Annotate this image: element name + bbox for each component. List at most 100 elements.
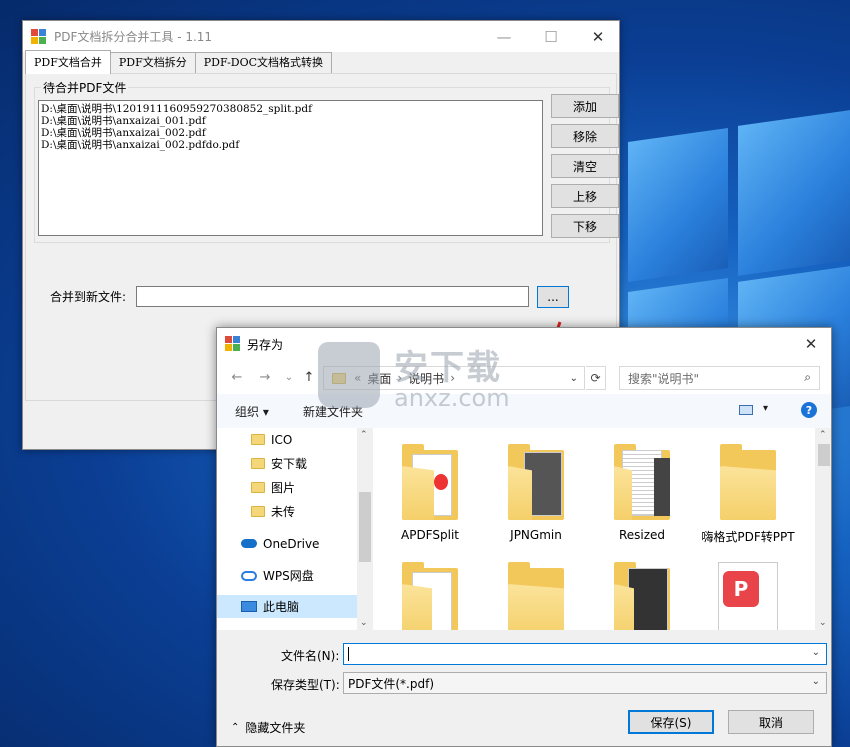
nav-item-label: 未传	[271, 505, 296, 519]
nav-item-wps-cloud[interactable]: WPS网盘	[217, 564, 357, 587]
folder-item-resized[interactable]: Resized	[593, 444, 691, 542]
nav-item-anxiazai[interactable]: 安下载	[217, 452, 357, 475]
folder-icon	[251, 506, 265, 517]
breadcrumb-separator: ›	[397, 371, 403, 385]
breadcrumb-desktop[interactable]: 桌面	[367, 370, 391, 387]
add-button[interactable]: 添加	[551, 94, 619, 118]
breadcrumb-overflow[interactable]: «	[354, 371, 361, 385]
folder-icon	[332, 372, 346, 384]
folder-item[interactable]	[487, 562, 585, 630]
save-button[interactable]: 保存(S)	[628, 710, 714, 734]
tab-pdf-merge[interactable]: PDF文档合并	[25, 50, 111, 74]
search-icon: ⌕	[804, 370, 811, 384]
folder-icon	[508, 444, 564, 520]
folder-icon	[614, 562, 670, 630]
nav-item-pictures[interactable]: 图片	[217, 476, 357, 499]
dialog-title: 另存为	[247, 337, 284, 352]
file-name: 嗨格式PDF转PPT	[701, 530, 795, 544]
move-up-button[interactable]: 上移	[551, 184, 619, 208]
pdf-file-item[interactable]: P	[699, 562, 797, 630]
scroll-down-icon[interactable]: ⌄	[360, 618, 368, 628]
chevron-up-icon: ⌃	[231, 722, 240, 733]
filename-label: 文件名(N):	[281, 649, 340, 663]
up-folder-icon[interactable]: ↑	[299, 367, 319, 387]
list-item[interactable]: D:\桌面\说明书\anxaizai_001.pdf	[41, 115, 540, 127]
search-input[interactable]: 搜索"说明书" ⌕	[619, 366, 820, 390]
windows-logo-pane	[738, 110, 850, 276]
app-icon	[31, 28, 47, 45]
folder-icon	[402, 562, 458, 630]
breadcrumb-separator: ›	[450, 371, 455, 385]
dialog-titlebar: 另存为 ✕	[217, 328, 831, 360]
filetype-select[interactable]: PDF文件(*.pdf) ⌄	[343, 672, 827, 694]
recent-locations-icon[interactable]: ⌄	[279, 367, 299, 387]
folder-item-apdfsplit[interactable]: APDFSplit	[381, 444, 479, 542]
scroll-up-icon[interactable]: ⌃	[360, 430, 368, 440]
file-name: JPNGmin	[510, 528, 562, 542]
file-view: APDFSplit JPNGmin Resized 嗨格式PDF转PPT P	[375, 428, 815, 630]
minimize-button[interactable]: —	[481, 21, 527, 52]
app-titlebar: PDF文档拆分合并工具 - 1.11 — ☐ ✕	[23, 21, 619, 52]
merge-output-input[interactable]	[136, 286, 529, 307]
folder-item[interactable]	[381, 562, 479, 630]
nav-item-this-pc[interactable]: 此电脑	[217, 595, 357, 618]
nav-item-onedrive[interactable]: OneDrive	[217, 532, 357, 555]
group-title: 待合并PDF文件	[41, 79, 129, 96]
organize-menu[interactable]: 组织 ▾	[235, 403, 269, 420]
chevron-down-icon[interactable]: ⌄	[812, 647, 820, 658]
breadcrumb-manual[interactable]: 说明书	[408, 370, 444, 387]
save-as-dialog: 另存为 ✕ ← → ⌄ ↑ « 桌面 › 说明书 › ⌄ ⟳ 搜索"说明书" ⌕…	[216, 327, 832, 747]
filetype-value: PDF文件(*.pdf)	[348, 676, 435, 691]
remove-button[interactable]: 移除	[551, 124, 619, 148]
nav-item-label: ICO	[271, 432, 293, 447]
scrollbar-thumb[interactable]	[818, 444, 830, 466]
list-item[interactable]: D:\桌面\说明书\anxaizai_002.pdf	[41, 127, 540, 139]
forward-arrow-icon[interactable]: →	[255, 367, 275, 387]
tab-pdf-split[interactable]: PDF文档拆分	[109, 52, 196, 74]
app-title: PDF文档拆分合并工具 - 1.11	[54, 30, 213, 44]
address-bar[interactable]: « 桌面 › 说明书 › ⌄	[323, 366, 585, 390]
dialog-toolbar: 组织 ▾ 新建文件夹 ▾ ?	[217, 394, 831, 428]
nav-item-label: 此电脑	[263, 600, 300, 614]
folder-icon	[251, 458, 265, 469]
view-dropdown-icon[interactable]: ▾	[763, 403, 768, 414]
nav-item-ico[interactable]: ICO	[217, 428, 357, 451]
file-list[interactable]: D:\桌面\说明书\1201911160959270380852_split.p…	[38, 100, 543, 236]
list-item[interactable]: D:\桌面\说明书\1201911160959270380852_split.p…	[41, 103, 540, 115]
nav-pane-scrollbar[interactable]: ⌃ ⌄	[357, 428, 373, 630]
file-name: APDFSplit	[401, 528, 459, 542]
folder-icon	[251, 482, 265, 493]
browse-button[interactable]: ...	[537, 286, 569, 308]
folder-item-pdf-to-ppt[interactable]: 嗨格式PDF转PPT	[699, 444, 797, 545]
address-dropdown-icon[interactable]: ⌄	[570, 373, 578, 384]
file-view-scrollbar[interactable]: ⌃ ⌄	[815, 428, 831, 630]
list-item[interactable]: D:\桌面\说明书\anxaizai_002.pdfdo.pdf	[41, 139, 540, 151]
new-folder-button[interactable]: 新建文件夹	[303, 403, 363, 420]
chevron-down-icon: ⌄	[811, 676, 820, 687]
help-icon[interactable]: ?	[801, 402, 817, 418]
file-name: Resized	[618, 528, 666, 542]
folder-item[interactable]	[593, 562, 691, 630]
close-button[interactable]: ✕	[575, 21, 621, 52]
view-icon[interactable]	[739, 405, 753, 415]
hide-folders-label: 隐藏文件夹	[245, 721, 306, 735]
clear-button[interactable]: 清空	[551, 154, 619, 178]
refresh-icon[interactable]: ⟳	[586, 366, 606, 390]
maximize-button[interactable]: ☐	[528, 21, 574, 52]
tab-pdf-doc-convert[interactable]: PDF-DOC文档格式转换	[194, 52, 333, 74]
cancel-button[interactable]: 取消	[728, 710, 814, 734]
nav-item-weichuan[interactable]: 未传	[217, 500, 357, 523]
nav-item-label: WPS网盘	[263, 569, 314, 583]
dialog-close-button[interactable]: ✕	[791, 328, 831, 360]
folder-item-jpngmin[interactable]: JPNGmin	[487, 444, 585, 542]
scroll-down-icon[interactable]: ⌄	[819, 618, 827, 628]
nav-item-label: 图片	[271, 481, 296, 495]
pdf-logo-icon: P	[723, 571, 759, 607]
back-arrow-icon[interactable]: ←	[227, 367, 247, 387]
scroll-up-icon[interactable]: ⌃	[819, 430, 827, 440]
move-down-button[interactable]: 下移	[551, 214, 619, 238]
filename-input[interactable]: ⌄	[343, 643, 827, 665]
scrollbar-thumb[interactable]	[359, 492, 371, 562]
folder-icon	[251, 434, 265, 445]
hide-folders-toggle[interactable]: ⌃ 隐藏文件夹	[231, 719, 305, 736]
